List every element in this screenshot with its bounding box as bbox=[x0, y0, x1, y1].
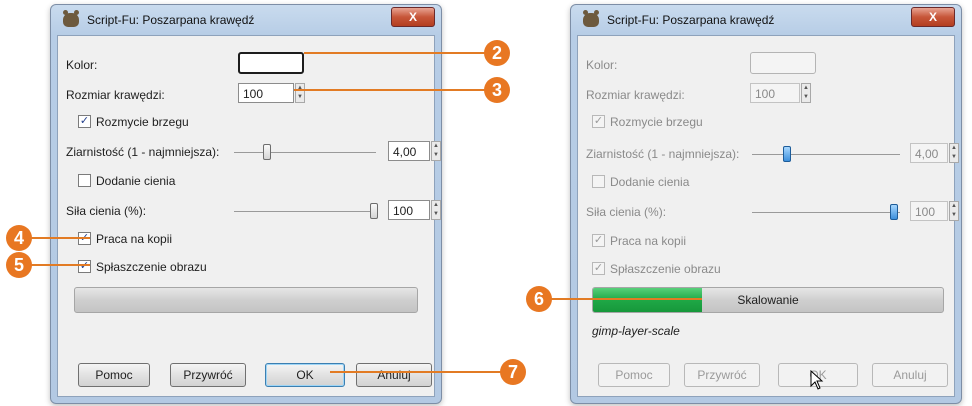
shadow-strength-input[interactable]: 100 ▲ ▼ bbox=[388, 200, 441, 220]
help-button[interactable]: Pomoc bbox=[78, 363, 150, 387]
gimp-icon bbox=[63, 10, 79, 27]
close-button[interactable]: X bbox=[911, 7, 955, 27]
copy-label: Praca na kopii bbox=[96, 232, 173, 246]
shadow-strength-stepper[interactable]: ▲ ▼ bbox=[431, 200, 441, 220]
callout-5: 5 bbox=[6, 252, 32, 278]
grain-slider-thumb[interactable] bbox=[263, 144, 271, 160]
flatten-checkbox[interactable]: ✓ bbox=[592, 262, 605, 275]
callout-6: 6 bbox=[526, 286, 552, 312]
reset-button[interactable]: Przywróć bbox=[170, 363, 246, 387]
shadow-strength-slider-thumb[interactable] bbox=[370, 203, 378, 219]
callout-line-2 bbox=[304, 52, 490, 54]
edge-size-value: 100 bbox=[755, 87, 776, 101]
flatten-label: Spłaszczenie obrazu bbox=[610, 262, 721, 276]
edge-size-label: Rozmiar krawędzi: bbox=[586, 88, 685, 102]
grain-input[interactable]: 4,00 ▲ ▼ bbox=[910, 143, 959, 163]
progress-bar: Skalowanie bbox=[592, 287, 944, 313]
edge-size-value: 100 bbox=[243, 87, 264, 101]
shadow-strength-label: Siła cienia (%): bbox=[586, 205, 667, 219]
grain-slider-thumb[interactable] bbox=[783, 146, 791, 162]
callout-line-7 bbox=[330, 371, 504, 373]
shadow-strength-label: Siła cienia (%): bbox=[66, 204, 147, 218]
shadow-strength-slider-thumb[interactable] bbox=[890, 204, 898, 220]
edge-size-input[interactable]: 100 ▲ ▼ bbox=[238, 83, 305, 103]
shadow-checkbox[interactable] bbox=[592, 175, 605, 188]
progress-bar bbox=[74, 287, 418, 313]
grain-label: Ziarnistość (1 - najmniejsza): bbox=[586, 147, 740, 161]
dialog-body: Kolor: Rozmiar krawędzi: 100 ▲ ▼ ✓ Rozmyc… bbox=[577, 35, 959, 397]
callout-line-6 bbox=[548, 298, 702, 300]
callout-line-3 bbox=[294, 89, 490, 91]
shadow-strength-value: 100 bbox=[393, 204, 414, 218]
ok-button[interactable]: OK bbox=[265, 363, 345, 387]
grain-value: 4,00 bbox=[393, 145, 417, 159]
cancel-button[interactable]: Anuluj bbox=[872, 363, 948, 387]
grain-slider-track[interactable] bbox=[234, 152, 376, 153]
color-label: Kolor: bbox=[586, 58, 618, 72]
grain-slider-track[interactable] bbox=[752, 154, 900, 155]
dialog-title: Script-Fu: Poszarpana krawędź bbox=[87, 13, 255, 27]
grain-input[interactable]: 4,00 ▲ ▼ bbox=[388, 141, 441, 161]
help-button[interactable]: Pomoc bbox=[598, 363, 670, 387]
copy-label: Praca na kopii bbox=[610, 234, 687, 248]
title-bar[interactable]: Script-Fu: Poszarpana krawędź X bbox=[51, 5, 441, 35]
color-button[interactable] bbox=[750, 52, 816, 74]
cancel-button[interactable]: Anuluj bbox=[356, 363, 432, 387]
gimp-icon bbox=[583, 10, 599, 27]
grain-label: Ziarnistość (1 - najmniejsza): bbox=[66, 145, 220, 159]
color-button[interactable] bbox=[238, 52, 304, 74]
shadow-label: Dodanie cienia bbox=[96, 174, 176, 188]
flatten-checkbox[interactable]: ✓ bbox=[78, 260, 91, 273]
blur-edge-label: Rozmycie brzegu bbox=[610, 115, 703, 129]
color-label: Kolor: bbox=[66, 58, 98, 72]
dialog-title: Script-Fu: Poszarpana krawędź bbox=[607, 13, 775, 27]
edge-size-input[interactable]: 100 ▲ ▼ bbox=[750, 83, 811, 103]
edge-size-label: Rozmiar krawędzi: bbox=[66, 88, 165, 102]
edge-size-stepper[interactable]: ▲ ▼ bbox=[801, 83, 811, 103]
reset-button[interactable]: Przywróć bbox=[684, 363, 760, 387]
script-fu-dialog-right: Script-Fu: Poszarpana krawędź X Kolor: R… bbox=[570, 4, 962, 404]
shadow-strength-stepper[interactable]: ▲ ▼ bbox=[949, 201, 959, 221]
script-fu-dialog-left: Script-Fu: Poszarpana krawędź X Kolor: R… bbox=[50, 4, 442, 404]
grain-value: 4,00 bbox=[915, 147, 939, 161]
callout-3: 3 bbox=[484, 77, 510, 103]
callout-4: 4 bbox=[6, 225, 32, 251]
edge-size-stepper[interactable]: ▲ ▼ bbox=[295, 83, 305, 103]
shadow-label: Dodanie cienia bbox=[610, 175, 690, 189]
close-button[interactable]: X bbox=[391, 7, 435, 27]
blur-edge-checkbox[interactable]: ✓ bbox=[78, 115, 91, 128]
progress-text: Skalowanie bbox=[737, 293, 799, 307]
grain-stepper[interactable]: ▲ ▼ bbox=[431, 141, 441, 161]
blur-edge-label: Rozmycie brzegu bbox=[96, 115, 189, 129]
callout-2: 2 bbox=[484, 40, 510, 66]
shadow-strength-slider-track[interactable] bbox=[234, 211, 376, 212]
title-bar[interactable]: Script-Fu: Poszarpana krawędź X bbox=[571, 5, 961, 35]
grain-stepper[interactable]: ▲ ▼ bbox=[949, 143, 959, 163]
shadow-strength-value: 100 bbox=[915, 205, 936, 219]
callout-7: 7 bbox=[500, 359, 526, 385]
mouse-pointer-icon bbox=[810, 370, 824, 390]
procedure-name: gimp-layer-scale bbox=[592, 324, 680, 338]
copy-checkbox[interactable]: ✓ bbox=[592, 234, 605, 247]
blur-edge-checkbox[interactable]: ✓ bbox=[592, 115, 605, 128]
flatten-label: Spłaszczenie obrazu bbox=[96, 260, 207, 274]
shadow-strength-slider-track[interactable] bbox=[752, 212, 900, 213]
shadow-strength-input[interactable]: 100 ▲ ▼ bbox=[910, 201, 959, 221]
shadow-checkbox[interactable] bbox=[78, 174, 91, 187]
